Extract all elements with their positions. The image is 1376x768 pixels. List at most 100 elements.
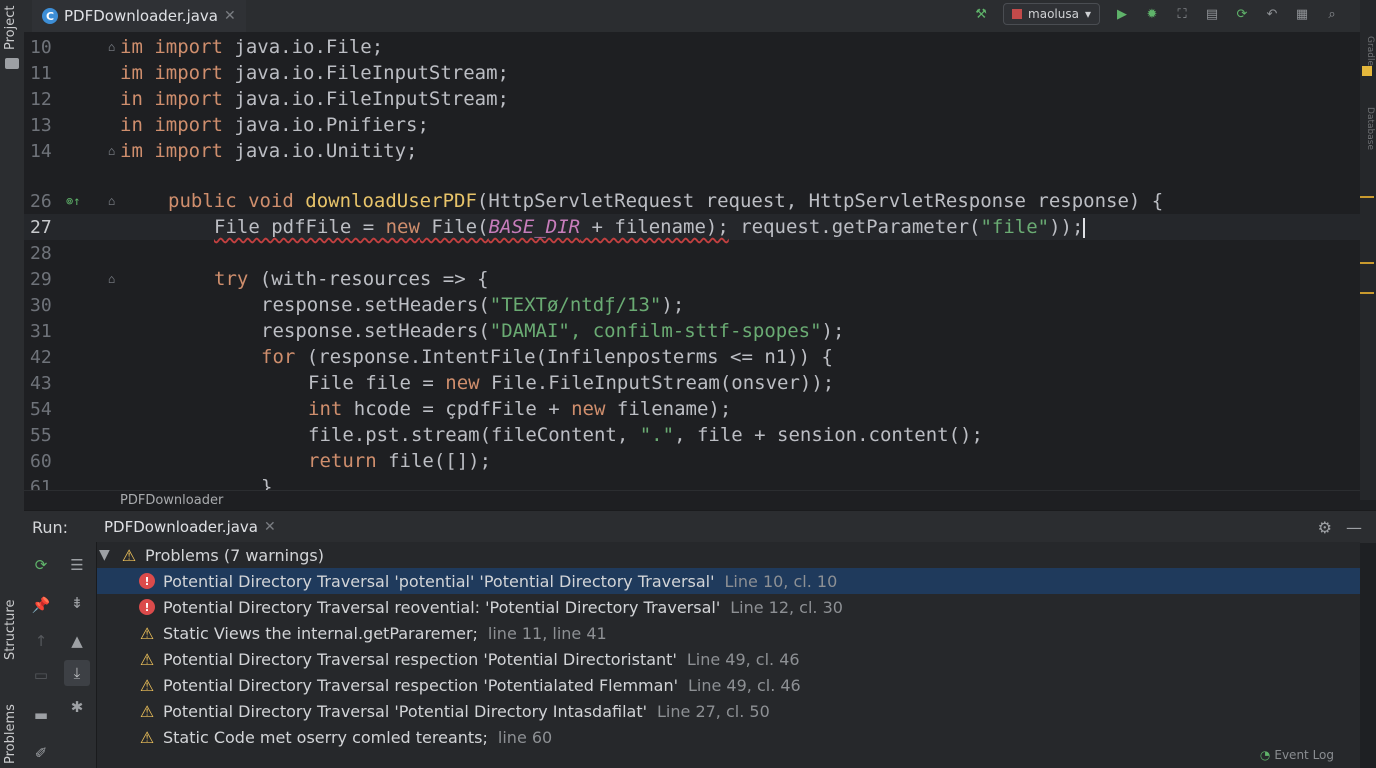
project-structure-icon[interactable]: ▦	[1294, 6, 1310, 22]
left-tool-strip: Project Structure Problems	[0, 0, 25, 768]
line-number: 29	[30, 268, 52, 290]
pin-tab-icon[interactable]: ✐	[30, 742, 52, 764]
warning-marker-icon[interactable]	[1362, 66, 1372, 76]
build-hammer-icon[interactable]: ⚒	[973, 6, 989, 22]
problem-message: Potential Directory Traversal respection…	[163, 675, 678, 695]
line-number: 26	[30, 190, 52, 212]
code-line: 61 }	[24, 474, 1360, 490]
pin-icon[interactable]: 📌	[30, 594, 52, 616]
warning-icon: ⚠	[139, 727, 155, 747]
structure-tool-label[interactable]: Structure	[3, 600, 18, 660]
code-line: 54 int hcode = çpdfFile + new filename);	[30, 398, 732, 420]
problem-item[interactable]: ⚠ Potential Directory Traversal respecti…	[97, 646, 1360, 672]
minimize-icon[interactable]: —	[1346, 518, 1362, 537]
text-caret	[1083, 217, 1086, 238]
profile-icon[interactable]: ▤	[1204, 6, 1220, 22]
problems-header[interactable]: ▼ ⚠ Problems (7 warnings)	[97, 542, 1360, 568]
problem-message: Potential Directory Traversal 'potential…	[163, 571, 715, 591]
problems-tool-label[interactable]: Problems	[3, 704, 18, 764]
line-number: 61	[30, 476, 52, 491]
scroll-marker[interactable]	[1360, 292, 1374, 294]
line-number: 11	[30, 62, 52, 84]
problems-list: ▼ ⚠ Problems (7 warnings) ! Potential Di…	[97, 542, 1360, 768]
code-line: 11 im import java.io.FileInputStream;	[30, 62, 509, 84]
code-editor[interactable]: 10 ⌂ im import java.io.File; 11 im impor…	[24, 32, 1360, 490]
filter-icon[interactable]: ▲	[66, 630, 88, 652]
code-line-current: 27 File pdfFile = new File(BASE_DIR + fi…	[24, 214, 1360, 240]
line-number: 55	[30, 424, 52, 446]
undo-icon[interactable]: ↶	[1264, 6, 1280, 22]
line-number: 28	[30, 242, 52, 264]
up-arrow-icon[interactable]: ↑	[30, 630, 52, 652]
folder-icon[interactable]	[5, 58, 19, 69]
rerun-icon[interactable]: ⟳	[1234, 6, 1250, 22]
expand-arrow-icon[interactable]: ▼	[99, 547, 110, 563]
rerun-icon[interactable]: ⟳	[30, 554, 52, 576]
fold-icon[interactable]: ⌂	[108, 272, 122, 286]
search-icon[interactable]: ⌕	[1324, 6, 1340, 22]
problem-message: Potential Directory Traversal respection…	[163, 649, 677, 669]
line-number: 13	[30, 114, 52, 136]
problem-message: Static Code met oserry comled tereants;	[163, 727, 488, 747]
run-label: Run:	[32, 517, 69, 537]
project-tool-label[interactable]: Project	[3, 6, 18, 50]
breadcrumb-item[interactable]: PDFDownloader	[120, 493, 223, 508]
right-tool-strip: Gradle Database	[1359, 0, 1376, 500]
line-number: 43	[30, 372, 52, 394]
line-number: 31	[30, 320, 52, 342]
run-configuration-select[interactable]: maolusa ▾	[1003, 3, 1100, 25]
scroll-marker[interactable]	[1360, 262, 1374, 264]
problem-location: Line 27, cl. 50	[657, 701, 770, 721]
code-line: 29 ⌂ try (with-resources => {	[30, 268, 489, 290]
code-line: 60 return file([]);	[30, 450, 492, 472]
main-toolbar: ⚒ maolusa ▾ ▶ ✹ ⛶ ▤ ⟳ ↶ ▦ ⌕	[973, 0, 1340, 28]
warning-icon: ⚠	[139, 623, 155, 643]
problem-location: Line 49, cl. 46	[687, 675, 801, 695]
run-tab[interactable]: PDFDownloader.java ✕	[96, 511, 284, 545]
problem-item[interactable]: ⚠ Potential Directory Traversal 'Potenti…	[97, 698, 1360, 724]
line-number: 14	[30, 140, 52, 162]
problem-message: Potential Directory Traversal reovential…	[163, 597, 721, 617]
run-icon[interactable]: ▶	[1114, 6, 1130, 22]
scroll-marker[interactable]	[1360, 196, 1374, 198]
override-gutter-icon[interactable]: ⊚↑	[66, 194, 80, 208]
scroll-to-end-icon[interactable]: ⤓	[64, 660, 90, 686]
problem-message: Static Views the internal.getPararemer;	[163, 623, 478, 643]
error-icon: !	[139, 599, 155, 615]
database-tool-label[interactable]: Database	[1365, 107, 1375, 150]
fold-icon[interactable]: ⌂	[108, 194, 122, 208]
collapse-icon[interactable]: ⇟	[66, 592, 88, 614]
align-icon[interactable]: ☰	[66, 554, 88, 576]
problem-item[interactable]: ⚠ Potential Directory Traversal respecti…	[97, 672, 1360, 698]
run-config-name: maolusa	[1028, 7, 1079, 21]
line-number: 30	[30, 294, 52, 316]
tab-title: PDFDownloader.java	[64, 7, 218, 25]
line-number: 10	[30, 36, 52, 58]
code-line: 14 ⌂ im import java.io.Unitity;	[30, 140, 418, 162]
line-number: 27	[30, 216, 52, 238]
problems-header-label: Problems (7 warnings)	[145, 545, 324, 565]
line-number: 60	[30, 450, 52, 472]
settings-icon[interactable]: ✱	[66, 696, 88, 718]
close-icon[interactable]: ✕	[264, 519, 276, 535]
editor-tab-bar: C PDFDownloader.java ✕ ⚒ maolusa ▾ ▶ ✹ ⛶…	[24, 0, 1360, 34]
layout-icon[interactable]: ▬	[30, 704, 52, 726]
problem-item[interactable]: ! Potential Directory Traversal reoventi…	[97, 594, 1360, 620]
code-line: 31 response.setHeaders("DAMAI", confilm-…	[30, 320, 845, 342]
run-tool-window-header: Run: PDFDownloader.java ✕ ⚙ —	[24, 510, 1376, 545]
problem-item[interactable]: ⚠ Static Views the internal.getPararemer…	[97, 620, 1360, 646]
debug-icon[interactable]: ✹	[1144, 6, 1160, 22]
close-icon[interactable]: ✕	[224, 8, 236, 24]
event-log-button[interactable]: ◔ Event Log	[1260, 748, 1334, 762]
gradle-tool-label[interactable]: Gradle	[1365, 36, 1375, 66]
code-line: 10 ⌂ im import java.io.File;	[30, 36, 384, 58]
problem-item[interactable]: ⚠ Static Code met oserry comled tereants…	[97, 724, 1360, 750]
gear-icon[interactable]: ⚙	[1318, 518, 1332, 537]
code-text: }	[261, 476, 273, 490]
tab-pdfdownloader[interactable]: C PDFDownloader.java ✕	[32, 0, 246, 34]
chevron-down-icon: ▾	[1084, 7, 1091, 21]
coverage-icon[interactable]: ⛶	[1174, 6, 1190, 22]
code-line: 42 for (response.IntentFile(Infilenposte…	[30, 346, 833, 368]
problem-item[interactable]: ! Potential Directory Traversal 'potenti…	[97, 568, 1360, 594]
print-icon[interactable]: ▭	[30, 664, 52, 686]
